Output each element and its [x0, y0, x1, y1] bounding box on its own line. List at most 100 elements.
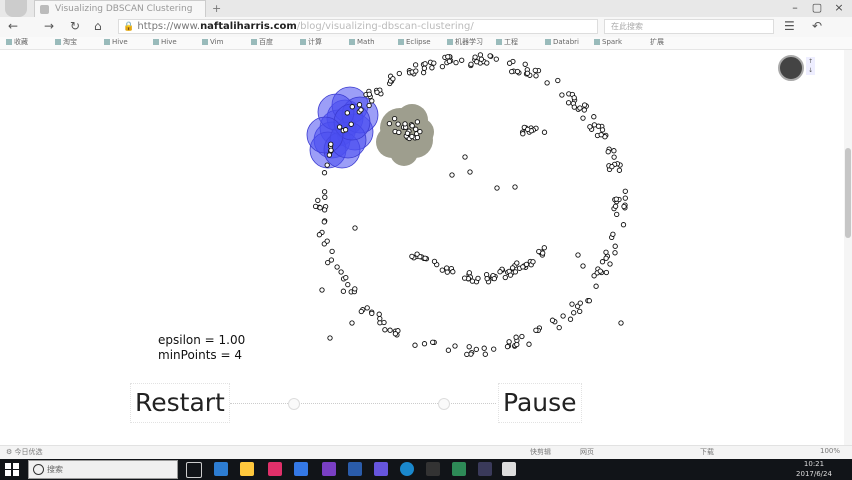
- speed-slider[interactable]: [230, 403, 496, 405]
- app-icon[interactable]: [478, 462, 492, 476]
- data-point: [348, 121, 354, 127]
- terminal-icon[interactable]: [502, 462, 516, 476]
- browser-icon[interactable]: [400, 462, 414, 476]
- data-point: [524, 70, 531, 76]
- store-icon[interactable]: [294, 462, 308, 476]
- data-point: [474, 59, 480, 65]
- data-point: [567, 316, 574, 322]
- data-point: [409, 253, 415, 260]
- data-point: [431, 258, 438, 265]
- windows-logo-icon[interactable]: [4, 462, 20, 477]
- data-point: [338, 269, 344, 275]
- data-point: [430, 339, 436, 345]
- data-point: [449, 172, 455, 178]
- dbscan-canvas[interactable]: [0, 0, 852, 480]
- data-point: [352, 225, 358, 231]
- data-point: [525, 126, 531, 133]
- data-point: [532, 67, 538, 74]
- app-icon[interactable]: [322, 462, 336, 476]
- data-point: [321, 189, 328, 195]
- data-point: [509, 265, 516, 271]
- edge-icon[interactable]: [214, 462, 228, 476]
- data-point: [364, 305, 370, 311]
- gear-icon: ⚙: [6, 448, 13, 456]
- data-point: [414, 119, 421, 125]
- data-point: [387, 327, 393, 333]
- data-point: [352, 286, 358, 292]
- data-point: [414, 134, 421, 141]
- task-view-icon[interactable]: [186, 462, 202, 478]
- data-point: [409, 123, 415, 129]
- data-point: [487, 53, 493, 59]
- data-point: [321, 219, 327, 225]
- data-point: [328, 141, 334, 147]
- data-point: [544, 80, 550, 86]
- data-point: [559, 92, 565, 98]
- status-item[interactable]: 快剪辑: [530, 447, 551, 457]
- scrollbar[interactable]: [844, 50, 852, 445]
- data-point: [439, 63, 446, 70]
- data-point: [369, 98, 375, 104]
- avatar[interactable]: [778, 55, 804, 81]
- data-point: [612, 203, 619, 209]
- data-point: [533, 73, 539, 79]
- taskbar-clock[interactable]: 10:21 2017/6/24: [790, 459, 838, 479]
- taskbar-search-input[interactable]: 搜索: [28, 460, 178, 479]
- data-point: [466, 270, 472, 276]
- data-point: [374, 89, 380, 95]
- data-point: [382, 327, 388, 333]
- data-point: [504, 343, 511, 350]
- data-point: [421, 341, 428, 347]
- data-point: [316, 232, 323, 238]
- app-icon[interactable]: [426, 462, 440, 476]
- data-point: [571, 310, 577, 316]
- data-point: [571, 95, 577, 101]
- data-point: [329, 248, 335, 255]
- zoom-level[interactable]: 100%: [820, 447, 840, 455]
- data-point: [520, 131, 526, 137]
- data-point: [420, 69, 427, 76]
- app-icon[interactable]: [348, 462, 362, 476]
- data-point: [327, 335, 333, 341]
- status-item[interactable]: 下载: [700, 447, 714, 457]
- data-point: [445, 347, 452, 353]
- epsilon-readout: epsilon = 1.00: [158, 333, 246, 347]
- data-point: [512, 269, 519, 275]
- data-point: [622, 195, 628, 201]
- restart-button[interactable]: Restart: [130, 383, 230, 423]
- data-point: [507, 272, 514, 278]
- data-point: [597, 268, 603, 274]
- app-icon[interactable]: [452, 462, 466, 476]
- pause-button[interactable]: Pause: [498, 383, 582, 423]
- slider-handle[interactable]: [438, 398, 450, 410]
- status-left[interactable]: ⚙ 今日优选: [6, 447, 43, 457]
- app-icon[interactable]: [374, 462, 388, 476]
- data-point: [580, 115, 586, 121]
- folder-icon[interactable]: [240, 462, 254, 476]
- data-point: [395, 121, 401, 127]
- data-point: [609, 163, 615, 170]
- data-point: [605, 149, 611, 155]
- data-point: [376, 311, 382, 317]
- data-point: [533, 327, 539, 333]
- slider-handle[interactable]: [288, 398, 300, 410]
- data-point: [520, 264, 526, 270]
- data-point: [494, 185, 500, 191]
- data-point: [475, 275, 481, 282]
- data-point: [478, 56, 485, 62]
- data-point: [421, 65, 428, 71]
- data-point: [459, 57, 465, 63]
- status-item[interactable]: 网页: [580, 447, 594, 457]
- data-point: [575, 252, 581, 258]
- data-point: [484, 60, 490, 66]
- scrollbar-thumb[interactable]: [845, 148, 851, 238]
- app-icon[interactable]: [268, 462, 282, 476]
- data-point: [603, 269, 610, 276]
- data-point: [484, 275, 490, 282]
- data-point: [599, 259, 606, 265]
- data-point: [599, 127, 606, 133]
- data-point: [412, 62, 419, 68]
- data-point: [607, 261, 613, 267]
- data-point: [422, 255, 428, 261]
- data-point: [581, 107, 587, 113]
